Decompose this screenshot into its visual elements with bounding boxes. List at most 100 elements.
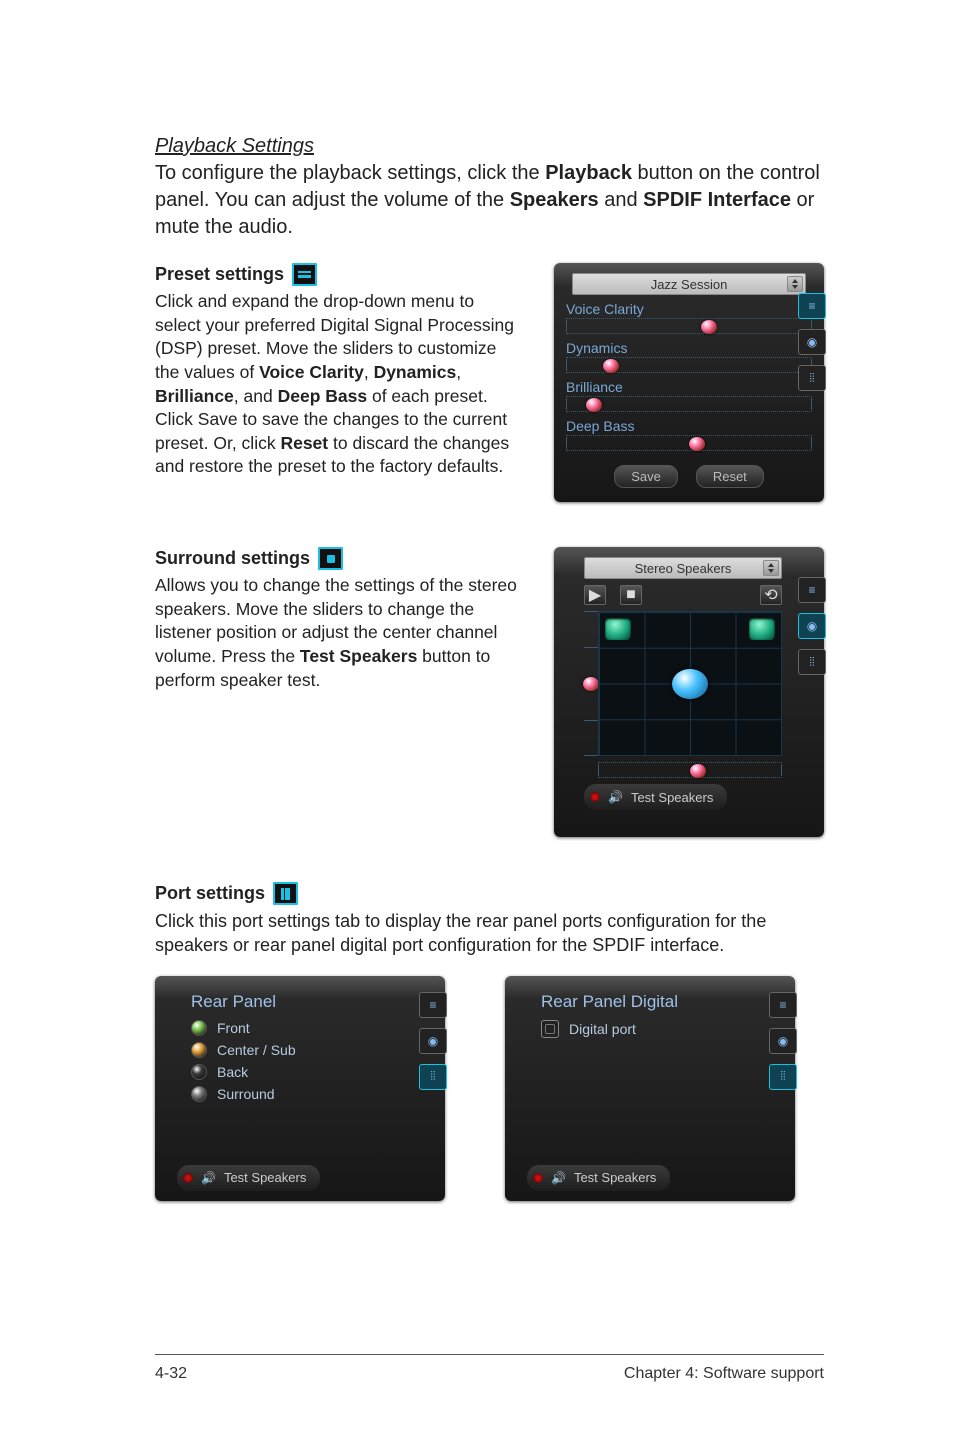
side-tabs: ≡ ◉ ⦙⦙ xyxy=(419,992,447,1090)
dropdown-knob-icon[interactable] xyxy=(763,560,779,576)
side-tabs: ≡ ◉ ⦙⦙ xyxy=(769,992,797,1090)
dropdown-knob-icon[interactable] xyxy=(787,276,803,292)
tab-surround-icon[interactable]: ◉ xyxy=(798,613,826,639)
tab-surround-icon[interactable]: ◉ xyxy=(769,1028,797,1054)
tab-equalizer-icon[interactable]: ≡ xyxy=(419,992,447,1018)
port-item-digital: Digital port xyxy=(541,1020,783,1038)
text: , xyxy=(364,362,374,382)
bold: Test Speakers xyxy=(300,646,417,666)
port-section: Port settings Click this port settings t… xyxy=(155,882,824,1201)
bold: Playback xyxy=(545,162,632,184)
equalizer-icon xyxy=(292,263,317,286)
jack-orange-icon xyxy=(191,1042,207,1058)
listener-grid[interactable] xyxy=(584,611,782,756)
bold: Dynamics xyxy=(374,362,457,382)
bold: Reset xyxy=(280,433,328,453)
surround-panel: Stereo Speakers ▶ ■ ⟲ xyxy=(554,547,824,837)
stop-button[interactable]: ■ xyxy=(620,585,642,605)
tab-ports-icon[interactable]: ⦙⦙ xyxy=(798,365,826,391)
jack-black-icon xyxy=(191,1064,207,1080)
v-slider-thumb[interactable] xyxy=(583,677,599,691)
tab-equalizer-icon[interactable]: ≡ xyxy=(798,577,826,603)
page-footer: 4-32 Chapter 4: Software support xyxy=(155,1354,824,1383)
surround-paragraph: Allows you to change the settings of the… xyxy=(155,574,524,692)
side-tabs: ≡ ◉ ⦙⦙ xyxy=(798,577,826,675)
speaker-icon: 🔊 xyxy=(201,1171,216,1185)
tab-equalizer-icon[interactable]: ≡ xyxy=(769,992,797,1018)
tab-ports-icon[interactable]: ⦙⦙ xyxy=(798,649,826,675)
slider-thumb[interactable] xyxy=(586,398,602,412)
ports-row: Rear Panel Front Center / Sub Back xyxy=(155,976,824,1201)
port-item-center-sub: Center / Sub xyxy=(191,1042,433,1058)
tab-surround-icon[interactable]: ◉ xyxy=(798,329,826,355)
led-icon xyxy=(590,792,600,802)
port-label: Center / Sub xyxy=(217,1042,296,1058)
tab-ports-icon[interactable]: ⦙⦙ xyxy=(769,1064,797,1090)
speaker-icon: 🔊 xyxy=(608,790,623,804)
port-label: Front xyxy=(217,1020,250,1036)
side-tabs: ≡ ◉ ⦙⦙ xyxy=(798,293,826,391)
reset-button[interactable]: Reset xyxy=(696,465,764,488)
ports-icon xyxy=(273,882,298,905)
speaker-icon: 🔊 xyxy=(551,1171,566,1185)
tab-ports-icon[interactable]: ⦙⦙ xyxy=(419,1064,447,1090)
port-label: Surround xyxy=(217,1086,275,1102)
save-button[interactable]: Save xyxy=(614,465,678,488)
preset-text: Preset settings Click and expand the dro… xyxy=(155,263,524,479)
bold: SPDIF Interface xyxy=(643,189,791,211)
preset-heading: Preset settings xyxy=(155,264,284,285)
surround-row: Surround settings Allows you to change t… xyxy=(155,547,824,837)
front-left-speaker-icon[interactable] xyxy=(605,618,631,640)
loop-button[interactable]: ⟲ xyxy=(760,585,782,605)
slider-label: Brilliance xyxy=(566,379,812,395)
preset-row: Preset settings Click and expand the dro… xyxy=(155,263,824,502)
bold: Speakers xyxy=(510,189,599,211)
surround-heading: Surround settings xyxy=(155,548,310,569)
slider-thumb[interactable] xyxy=(701,320,717,334)
test-speakers-label: Test Speakers xyxy=(631,790,713,805)
dynamics-slider[interactable]: Dynamics xyxy=(566,340,812,373)
slider-label: Dynamics xyxy=(566,340,812,356)
surround-icon xyxy=(318,547,343,570)
port-item-back: Back xyxy=(191,1064,433,1080)
test-speakers-button[interactable]: 🔊 Test Speakers xyxy=(527,1165,670,1191)
port-list: Front Center / Sub Back Surround xyxy=(191,1020,433,1102)
speaker-config-dropdown[interactable]: Stereo Speakers xyxy=(584,557,782,579)
port-label: Digital port xyxy=(569,1021,636,1037)
horizontal-slider[interactable] xyxy=(598,762,782,778)
test-speakers-button[interactable]: 🔊 Test Speakers xyxy=(177,1165,320,1191)
slider-thumb[interactable] xyxy=(603,359,619,373)
text: , and xyxy=(234,386,278,406)
play-button[interactable]: ▶ xyxy=(584,585,606,605)
tab-surround-icon[interactable]: ◉ xyxy=(419,1028,447,1054)
port-label: Back xyxy=(217,1064,248,1080)
voice-clarity-slider[interactable]: Voice Clarity xyxy=(566,301,812,334)
text: , xyxy=(456,362,461,382)
brilliance-slider[interactable]: Brilliance xyxy=(566,379,812,412)
intro-paragraph: To configure the playback settings, clic… xyxy=(155,160,824,241)
front-right-speaker-icon[interactable] xyxy=(749,618,775,640)
led-icon xyxy=(183,1173,193,1183)
slider-thumb[interactable] xyxy=(689,437,705,451)
jack-green-icon xyxy=(191,1020,207,1036)
port-item-front: Front xyxy=(191,1020,433,1036)
test-speakers-button[interactable]: 🔊 Test Speakers xyxy=(584,784,727,810)
tab-equalizer-icon[interactable]: ≡ xyxy=(798,293,826,319)
h-slider-thumb[interactable] xyxy=(690,764,706,778)
page-content: Playback Settings To configure the playb… xyxy=(155,135,824,1324)
bold: Brilliance xyxy=(155,386,234,406)
preset-dropdown[interactable]: Jazz Session xyxy=(572,273,806,295)
jack-grey-icon xyxy=(191,1086,207,1102)
vertical-slider[interactable] xyxy=(584,611,598,756)
jack-digital-icon xyxy=(541,1020,559,1038)
port-paragraph: Click this port settings tab to display … xyxy=(155,909,824,958)
preset-paragraph: Click and expand the drop-down menu to s… xyxy=(155,290,524,479)
slider-label: Voice Clarity xyxy=(566,301,812,317)
surround-text: Surround settings Allows you to change t… xyxy=(155,547,524,692)
test-speakers-label: Test Speakers xyxy=(224,1170,306,1185)
preset-panel: Jazz Session Voice Clarity Dynamics Bril… xyxy=(554,263,824,502)
listener-icon[interactable] xyxy=(672,669,708,699)
rear-panel-digital: Rear Panel Digital Digital port 🔊 Test S… xyxy=(505,976,795,1201)
port-list: Digital port xyxy=(541,1020,783,1038)
deep-bass-slider[interactable]: Deep Bass xyxy=(566,418,812,451)
